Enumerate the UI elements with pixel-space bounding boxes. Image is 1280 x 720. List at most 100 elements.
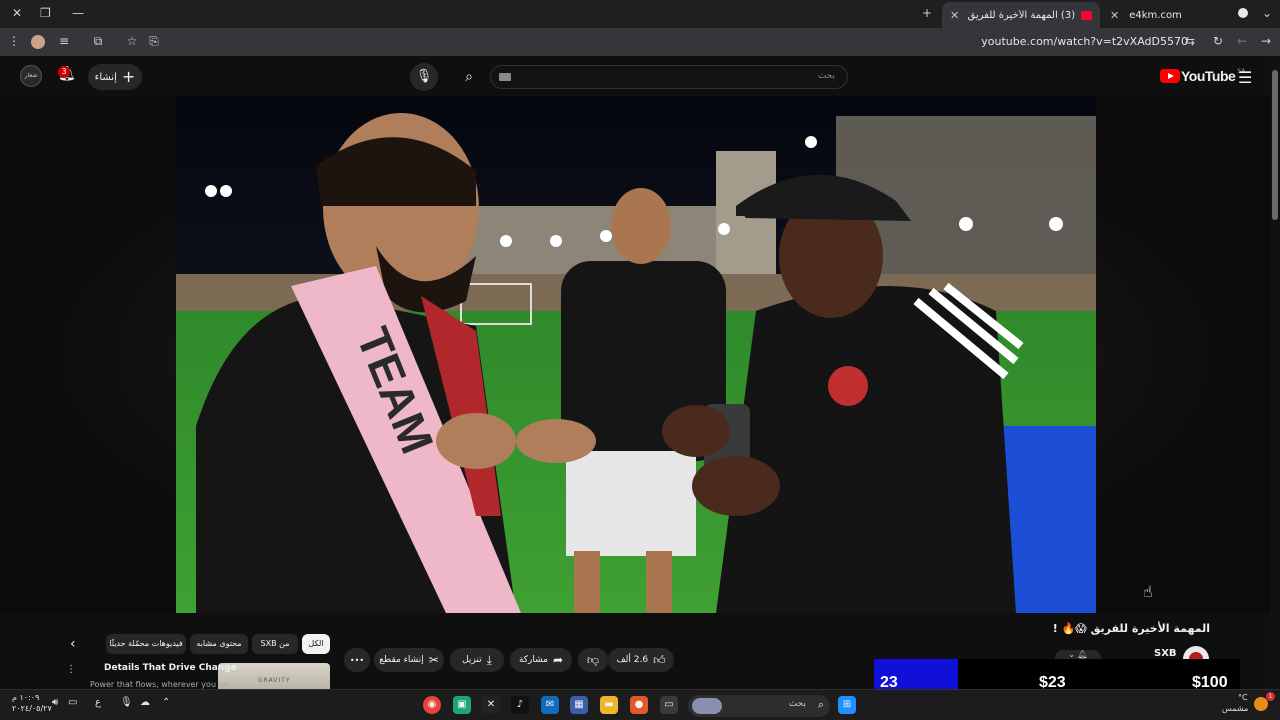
recommendation-title[interactable]: Details That Drive Change xyxy=(104,663,237,673)
chip-related[interactable]: محتوى مشابه xyxy=(190,634,248,654)
video-title: المهمة الأخيرة للفريق 😱🔥 ! xyxy=(1052,622,1210,635)
windows-taskbar: ⊞ بحث ⌕ ▭ ● ▬ ▦ ✉ ♪ ✕ ▣ ◉ xyxy=(0,689,1280,720)
account-avatar[interactable]: شعار xyxy=(20,65,42,87)
bookmark-star-icon[interactable]: ☆ xyxy=(124,34,140,48)
channel-name[interactable]: SXB xyxy=(1154,648,1177,659)
clock-time: ١٠:٠٩ م xyxy=(12,693,40,702)
minimize-window-icon[interactable]: — xyxy=(72,6,84,20)
download-icon: ⤓ xyxy=(486,652,492,667)
browser-toolbar: ⋮ ≡ ⧉ ☆ ⎘ youtube.com/watch?v=t2vXAdD557… xyxy=(0,28,1280,56)
voice-search-icon[interactable]: 🎙︎ xyxy=(410,63,438,91)
reload-icon[interactable]: ↻ xyxy=(1210,34,1226,48)
taskbar-search-label: بحث xyxy=(788,699,806,709)
extensions-icon[interactable]: ⧉ xyxy=(90,34,106,49)
reading-list-icon[interactable]: ≡ xyxy=(56,34,72,48)
scrollbar-thumb[interactable] xyxy=(1272,70,1278,220)
dislike-button[interactable]: 👎︎ xyxy=(578,648,608,672)
clip-label: إنشاء مقطع xyxy=(379,655,424,665)
volume-icon[interactable]: 🔊︎ xyxy=(52,697,58,708)
tab-youtube-video[interactable]: (3) المهمة الأخيرة للفريق 😱 ✕ xyxy=(942,2,1100,28)
more-dots-icon: ••• xyxy=(349,655,365,665)
create-button[interactable]: إنشاء + xyxy=(88,64,142,90)
language-indicator[interactable]: ع xyxy=(95,697,101,708)
search-input[interactable]: بحث xyxy=(490,65,848,89)
close-window-icon[interactable]: ✕ xyxy=(12,6,22,20)
youtube-header: شعار 🔔︎ 3 إنشاء + 🎙︎ ⌕ بحث YouTube SA ☰ xyxy=(0,56,1270,96)
chip-recently-uploaded[interactable]: فيديوهات محمّلة حديثًا xyxy=(106,634,186,654)
share-label: مشاركة xyxy=(518,655,548,665)
task-view-icon[interactable]: ▭ xyxy=(660,696,678,714)
youtube-wordmark: YouTube xyxy=(1181,68,1236,84)
widget-badge: 1 xyxy=(1266,692,1275,701)
notification-badge: 3 xyxy=(58,66,70,78)
thumbs-down-icon: 👎︎ xyxy=(586,652,600,667)
magnifier-icon: ⌕ xyxy=(817,698,824,711)
forward-icon[interactable]: ← xyxy=(1234,34,1250,48)
video-frame: TEAM xyxy=(176,96,1096,613)
tiktok-icon[interactable]: ♪ xyxy=(511,696,529,714)
chrome-icon[interactable]: ◉ xyxy=(423,696,441,714)
cloud-icon[interactable]: ☁ xyxy=(140,697,150,708)
create-label: إنشاء xyxy=(94,71,117,83)
clock-date: ٢٠٢٤/٠٥/٢٧ xyxy=(12,704,52,713)
microphone-icon[interactable]: 🎙︎ xyxy=(120,697,133,708)
video-player[interactable]: TEAM xyxy=(176,96,1096,613)
app-store-icon[interactable]: ▦ xyxy=(570,696,588,714)
profile-avatar-icon[interactable] xyxy=(31,35,45,49)
search-highlight-image xyxy=(692,698,722,714)
browser-tab-strip: ✕ ❐ — (3) المهمة الأخيرة للفريق 😱 ✕ + ✕ … xyxy=(0,0,1280,28)
start-menu-icon[interactable]: ⊞ xyxy=(838,696,856,714)
tray-overflow-chevron-icon[interactable]: ⌃ xyxy=(162,697,170,708)
chip-all[interactable]: الكل xyxy=(302,634,330,654)
like-count: 2.6 ألف xyxy=(616,655,649,665)
new-tab-button[interactable]: + xyxy=(922,6,932,20)
plus-icon: + xyxy=(121,67,136,86)
thumbnail-brand-text: GRAVITY xyxy=(258,677,291,684)
file-explorer-icon[interactable]: ▬ xyxy=(600,696,618,714)
tab-title: (3) المهمة الأخيرة للفريق 😱 xyxy=(965,9,1076,21)
share-button[interactable]: ➦ مشاركة xyxy=(510,648,572,672)
page-scrollbar[interactable] xyxy=(1270,56,1280,689)
search-icon[interactable]: ⌕ xyxy=(452,65,486,89)
menu-kebab-icon[interactable]: ⋮ xyxy=(6,34,22,48)
profile-dot-icon[interactable] xyxy=(1238,8,1248,18)
outlook-icon[interactable]: ✉ xyxy=(541,696,559,714)
clip-button[interactable]: ✂ إنشاء مقطع xyxy=(374,648,444,672)
address-bar[interactable]: youtube.com/watch?v=t2vXAdD5570 xyxy=(981,35,1188,48)
youtube-favicon-icon xyxy=(1081,10,1092,20)
app-orange-icon[interactable]: ● xyxy=(630,696,648,714)
download-label: تنزيل xyxy=(462,655,482,665)
thumbs-up-icon: 👍︎ xyxy=(653,652,666,667)
weather-label: مشمس xyxy=(1222,704,1249,713)
guide-menu-icon[interactable]: ☰ xyxy=(1238,68,1252,87)
restore-window-icon[interactable]: ❐ xyxy=(40,6,51,20)
keyboard-icon[interactable] xyxy=(499,73,511,81)
share-arrow-icon: ➦ xyxy=(553,653,564,667)
more-actions-button[interactable]: ••• xyxy=(344,648,370,672)
recommendation-subtitle: Power that flows, wherever you go xyxy=(90,680,229,689)
close-tab-icon[interactable]: ✕ xyxy=(1110,9,1119,22)
download-button[interactable]: ⤓ تنزيل xyxy=(450,648,504,672)
chip-scroll-left-icon[interactable]: ‹ xyxy=(70,636,76,652)
back-icon[interactable]: → xyxy=(1258,34,1274,48)
site-settings-icon[interactable]: ⇆ xyxy=(1182,34,1198,48)
capcut-icon[interactable]: ✕ xyxy=(482,696,500,714)
share-page-icon[interactable]: ⎘ xyxy=(146,34,162,49)
mouse-cursor-icon: ☝ xyxy=(1143,582,1153,601)
app-green-icon[interactable]: ▣ xyxy=(453,696,471,714)
recommendation-menu-icon[interactable]: ⋮ xyxy=(66,664,76,675)
tab-e4km[interactable]: ✕ e4km.com xyxy=(1102,2,1232,28)
network-icon[interactable]: ▭ xyxy=(68,697,77,708)
tab-title: e4km.com xyxy=(1129,9,1182,21)
tab-search-chevron-icon[interactable]: ⌄ xyxy=(1262,6,1272,20)
like-button[interactable]: 👍︎ 2.6 ألف xyxy=(608,648,674,672)
chip-from-channel[interactable]: من SXB xyxy=(252,634,298,654)
taskbar-clock[interactable]: ١٠:٠٩ م ٢٠٢٤/٠٥/٢٧ xyxy=(12,692,52,714)
taskbar-search[interactable]: بحث ⌕ xyxy=(688,695,830,717)
close-tab-icon[interactable]: ✕ xyxy=(950,9,959,22)
youtube-play-icon xyxy=(1160,69,1180,83)
scissors-icon: ✂ xyxy=(428,653,439,667)
search-placeholder: بحث xyxy=(817,71,835,81)
youtube-logo[interactable]: YouTube SA xyxy=(1160,68,1245,84)
weather-temperature: °C xyxy=(1238,693,1248,702)
